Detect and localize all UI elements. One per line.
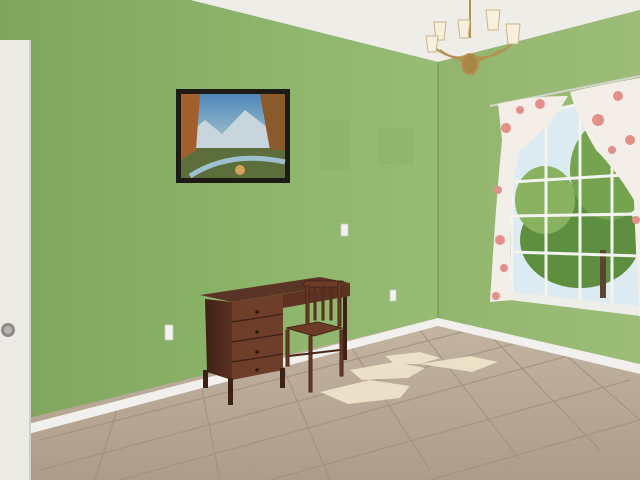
window-with-floral-curtains xyxy=(489,75,640,320)
white-door-edge[interactable] xyxy=(0,40,30,480)
wall-outlet-right xyxy=(389,289,397,302)
wall-outlet-left xyxy=(164,324,174,341)
light-switch[interactable] xyxy=(340,223,349,237)
room-photo xyxy=(0,0,640,480)
framed-landscape-painting xyxy=(176,89,290,183)
